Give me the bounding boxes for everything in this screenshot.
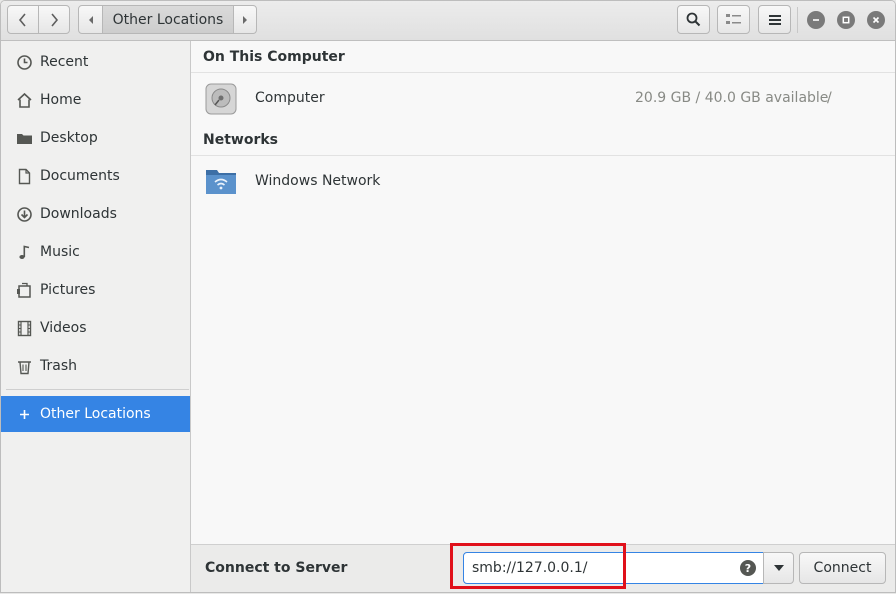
sidebar-item-music[interactable]: Music	[1, 234, 190, 270]
menu-button[interactable]	[758, 5, 791, 34]
sidebar-item-label: Music	[40, 244, 80, 260]
help-icon[interactable]: ?	[740, 560, 756, 576]
sidebar: Recent Home Desktop Documents Downloads …	[1, 41, 191, 592]
location-space-info: 20.9 GB / 40.0 GB available	[635, 90, 829, 106]
location-name: Computer	[255, 90, 325, 106]
sidebar-item-home[interactable]: Home	[1, 82, 190, 118]
recent-servers-dropdown-button[interactable]	[763, 552, 794, 584]
triangle-left-icon	[88, 15, 93, 24]
search-icon	[686, 12, 701, 27]
list-view-icon	[726, 14, 741, 24]
trash-icon	[18, 361, 31, 375]
path-scroll-right-button[interactable]	[233, 5, 257, 34]
location-path: /	[827, 90, 832, 106]
other-locations-view: On This Computer Computer 20.9 GB / 40.0…	[191, 41, 895, 544]
path-bar: Other Locations	[78, 5, 257, 34]
sidebar-item-label: Downloads	[40, 206, 117, 222]
sidebar-item-label: Documents	[40, 168, 120, 184]
document-icon	[18, 168, 31, 185]
path-scroll-left-button[interactable]	[78, 5, 103, 34]
chevron-right-icon	[51, 12, 59, 27]
hamburger-menu-icon	[768, 14, 781, 25]
plus-icon	[20, 410, 29, 419]
triangle-right-icon	[243, 15, 247, 24]
section-header-on-this-computer: On This Computer	[203, 49, 345, 65]
maximize-button[interactable]	[837, 11, 855, 29]
clock-icon	[17, 55, 32, 70]
film-icon	[17, 320, 32, 337]
search-button[interactable]	[677, 5, 710, 34]
sidebar-item-trash[interactable]: Trash	[1, 348, 190, 384]
sidebar-item-label: Pictures	[40, 282, 96, 298]
section-header-networks: Networks	[203, 132, 279, 148]
chevron-left-icon	[18, 12, 26, 27]
server-address-input[interactable]	[472, 559, 730, 577]
path-crumb-other-locations[interactable]: Other Locations	[102, 5, 234, 34]
file-manager-window: Other Locations Recent Home Desktop Docu…	[0, 0, 896, 593]
sidebar-item-recent[interactable]: Recent	[1, 44, 190, 80]
pictures-icon	[17, 282, 31, 298]
sidebar-item-label: Trash	[40, 358, 77, 374]
close-button[interactable]	[867, 11, 885, 29]
sidebar-item-label: Videos	[40, 320, 87, 336]
minimize-button[interactable]	[807, 11, 825, 29]
sidebar-item-downloads[interactable]: Downloads	[1, 196, 190, 232]
sidebar-item-pictures[interactable]: Pictures	[1, 272, 190, 308]
sidebar-item-label: Desktop	[40, 130, 98, 146]
forward-button[interactable]	[38, 5, 70, 34]
maximize-icon	[842, 16, 850, 24]
sidebar-item-videos[interactable]: Videos	[1, 310, 190, 346]
connect-to-server-bar: Connect to Server ? Connect	[191, 544, 895, 592]
folder-icon	[17, 134, 32, 144]
navigation-buttons	[7, 5, 71, 34]
sidebar-separator	[6, 389, 189, 390]
header-bar: Other Locations	[1, 1, 895, 41]
sidebar-item-desktop[interactable]: Desktop	[1, 120, 190, 156]
sidebar-item-label: Other Locations	[40, 406, 151, 422]
location-row-windows-network[interactable]: Windows Network	[191, 156, 895, 206]
download-icon	[17, 207, 32, 222]
location-name: Windows Network	[255, 173, 381, 189]
minimize-icon	[813, 19, 819, 21]
server-address-field[interactable]: ?	[463, 552, 764, 584]
connect-button[interactable]: Connect	[799, 552, 886, 584]
music-note-icon	[19, 245, 30, 259]
view-options-button[interactable]	[717, 5, 750, 34]
network-folder-icon	[206, 170, 236, 194]
header-separator	[797, 7, 798, 33]
back-button[interactable]	[7, 5, 39, 34]
location-row-computer[interactable]: Computer 20.9 GB / 40.0 GB available /	[191, 73, 895, 123]
close-icon	[872, 16, 880, 24]
hard-drive-icon	[205, 83, 237, 115]
sidebar-item-label: Recent	[40, 54, 89, 70]
chevron-down-icon	[773, 565, 784, 571]
sidebar-item-label: Home	[40, 92, 82, 108]
home-icon	[17, 92, 32, 108]
sidebar-item-other-locations[interactable]: Other Locations	[1, 396, 190, 432]
connect-to-server-label: Connect to Server	[205, 560, 348, 576]
sidebar-item-documents[interactable]: Documents	[1, 158, 190, 194]
